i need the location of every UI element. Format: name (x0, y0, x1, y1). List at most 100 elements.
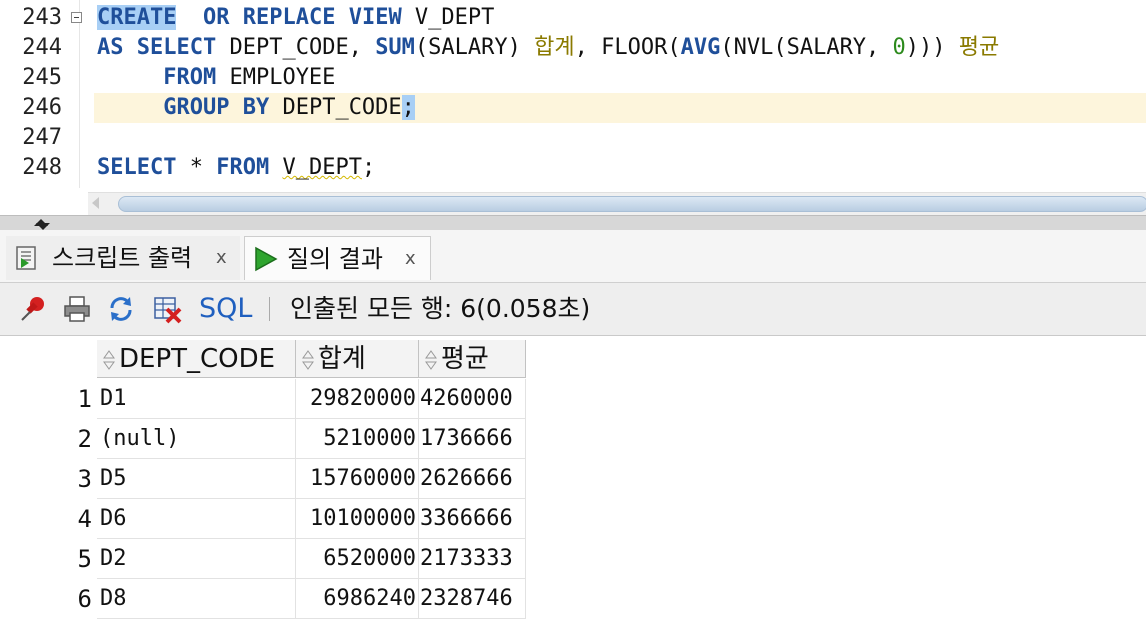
cell-dept-code[interactable]: (null) (97, 419, 296, 459)
refresh-icon[interactable] (106, 294, 136, 324)
code-token: 합계 (534, 35, 575, 60)
tab-query-result-label: 질의 결과 (287, 245, 383, 273)
cell-dept-code[interactable]: D8 (97, 579, 296, 619)
code-token: (NVL(SALARY, (720, 35, 893, 60)
code-text: GROUP BY DEPT_CODE; (97, 93, 415, 123)
fold-collapse-icon[interactable] (71, 12, 82, 23)
table-row[interactable]: 6 D8 6986240 2328746 (6, 579, 526, 619)
panel-splitter[interactable] (0, 215, 1146, 231)
table-row[interactable]: 3 D5 15760000 2626666 (6, 459, 526, 499)
close-tab-icon[interactable]: x (216, 236, 227, 280)
line-number: 247 (22, 125, 62, 150)
code-text: FROM EMPLOYEE (97, 63, 335, 93)
code-token: REPLACE (242, 5, 336, 30)
print-icon[interactable] (62, 294, 92, 324)
line-number: 248 (22, 155, 62, 180)
code-token: SELECT (136, 35, 217, 60)
line-number: 243 (22, 5, 62, 30)
cell-avg[interactable]: 1736666 (419, 419, 526, 459)
editor-horizontal-scrollbar[interactable] (88, 192, 1146, 215)
cell-avg[interactable]: 2626666 (419, 459, 526, 499)
code-token: CREATE (97, 5, 177, 30)
code-line[interactable]: 248 SELECT * FROM V_DEPT; (0, 153, 1146, 183)
line-number: 245 (22, 65, 62, 90)
cell-avg[interactable]: 3366666 (419, 499, 526, 539)
code-token: EMPLOYEE (216, 65, 336, 90)
sql-button[interactable]: SQL (199, 292, 252, 326)
clear-icon[interactable] (152, 294, 182, 324)
cell-dept-code[interactable]: D1 (97, 379, 296, 419)
code-token: SELECT (97, 155, 177, 180)
cell-dept-code[interactable]: D5 (97, 459, 296, 499)
cell-avg[interactable]: 2173333 (419, 539, 526, 579)
sort-icon[interactable] (302, 350, 314, 370)
output-tab-bar: 스크립트 출력 x 질의 결과 x (0, 230, 1146, 283)
scrollbar-thumb[interactable] (118, 196, 1146, 212)
code-token: AS (97, 35, 124, 60)
code-token: DEPT_CODE (269, 95, 402, 120)
code-line[interactable]: 247 (0, 123, 1146, 153)
collapse-down-icon[interactable] (36, 223, 50, 230)
cell-sum[interactable]: 29820000 (296, 379, 419, 419)
cell-avg[interactable]: 4260000 (419, 379, 526, 419)
code-line[interactable]: 244 AS SELECT DEPT_CODE, SUM(SALARY) 합계, … (0, 33, 1146, 63)
code-token: V_DEPT (282, 155, 362, 180)
column-header-dept-code[interactable]: DEPT_CODE (97, 340, 296, 378)
code-text: CREATE OR REPLACE VIEW V_DEPT (97, 3, 494, 33)
code-token: DEPT_CODE, (216, 35, 376, 60)
code-token: AVG (680, 35, 721, 60)
code-text: SELECT * FROM V_DEPT; (97, 153, 375, 183)
sql-editor[interactable]: 243 CREATE OR REPLACE VIEW V_DEPT 244 AS SE… (0, 0, 1146, 188)
cell-dept-code[interactable]: D2 (97, 539, 296, 579)
cell-dept-code[interactable]: D6 (97, 499, 296, 539)
code-line[interactable]: 245 FROM EMPLOYEE (0, 63, 1146, 93)
cell-sum[interactable]: 6520000 (296, 539, 419, 579)
cell-sum[interactable]: 15760000 (296, 459, 419, 499)
code-token: GROUP (163, 95, 230, 120)
code-token: ))) (905, 35, 959, 60)
column-header-avg[interactable]: 평균 (419, 340, 526, 378)
code-token: BY (242, 95, 270, 120)
tab-script-output[interactable]: 스크립트 출력 x (6, 236, 240, 280)
fetched-rows-status: 인출된 모든 행: 6(0.058초) (290, 294, 591, 323)
table-row[interactable]: 5 D2 6520000 2173333 (6, 539, 526, 579)
code-token: VIEW (348, 5, 402, 30)
code-token: 평균 (958, 35, 1000, 60)
line-number: 244 (22, 35, 62, 60)
result-grid[interactable]: DEPT_CODE 합계 평균 1 D1 29820000 4260000 2 (null… (6, 336, 1146, 634)
sort-icon[interactable] (425, 350, 437, 370)
table-row[interactable]: 1 D1 29820000 4260000 (6, 379, 526, 419)
row-number: 1 (77, 385, 92, 413)
sort-icon[interactable] (103, 350, 115, 370)
tab-query-result[interactable]: 질의 결과 x (244, 236, 431, 280)
pin-icon[interactable] (18, 294, 48, 324)
code-line[interactable]: 246 GROUP BY DEPT_CODE; (0, 93, 1146, 123)
line-number: 246 (22, 95, 62, 120)
cell-sum[interactable]: 5210000 (296, 419, 419, 459)
cell-sum[interactable]: 10100000 (296, 499, 419, 539)
table-row[interactable]: 4 D6 10100000 3366666 (6, 499, 526, 539)
code-token: * (176, 155, 217, 180)
column-header-sum[interactable]: 합계 (296, 340, 419, 378)
code-token: FROM (216, 155, 270, 180)
code-line[interactable]: 243 CREATE OR REPLACE VIEW V_DEPT (0, 3, 1146, 33)
table-row[interactable]: 2 (null) 5210000 1736666 (6, 419, 526, 459)
code-token: , FLOOR( (574, 35, 681, 60)
code-token: SUM (375, 35, 415, 60)
cell-sum[interactable]: 6986240 (296, 579, 419, 619)
row-number: 4 (77, 505, 92, 533)
code-token: V_DEPT (401, 5, 495, 30)
tab-script-output-label: 스크립트 출력 (52, 244, 193, 272)
scroll-left-arrow-icon[interactable] (92, 197, 99, 209)
row-number: 6 (77, 585, 92, 613)
cell-avg[interactable]: 2328746 (419, 579, 526, 619)
close-tab-icon[interactable]: x (405, 237, 416, 281)
